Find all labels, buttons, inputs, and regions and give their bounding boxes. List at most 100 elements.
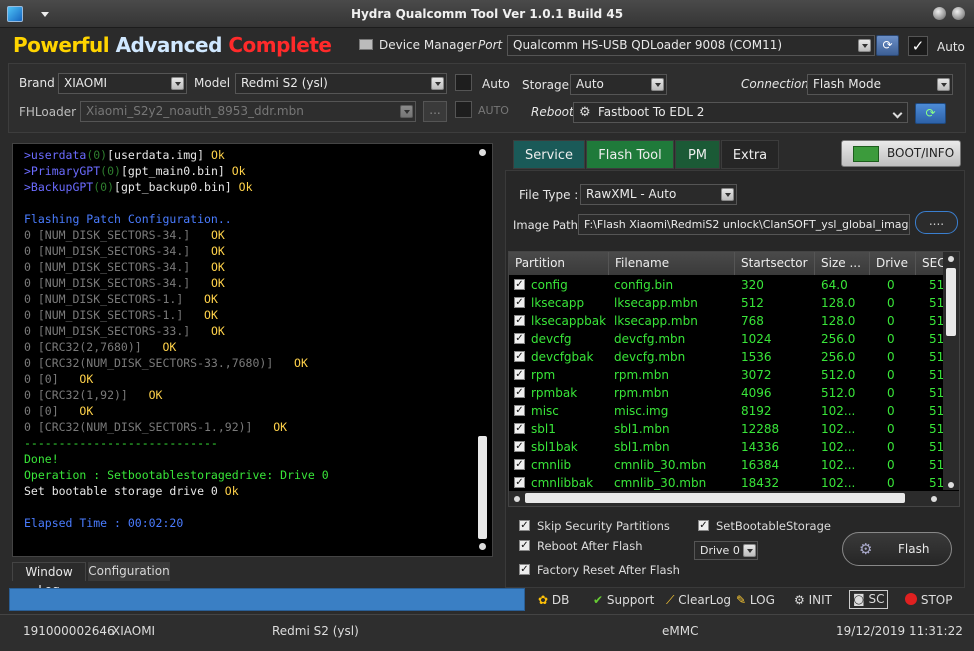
flash-button[interactable]: ⚙ Flash xyxy=(842,532,952,566)
table-row[interactable]: ✓ lksecappbak lksecapp.mbn 768 128.0 0 51 xyxy=(509,312,949,330)
image-path-input[interactable]: F:\Flash Xiaomi\RedmiS2 unlock\ClanSOFT_… xyxy=(578,214,910,235)
file-type-select[interactable]: RawXML - Auto xyxy=(580,184,737,205)
refresh-port-button[interactable]: ⟳ xyxy=(876,35,899,56)
console-line: Elapsed Time : 00:02:20 xyxy=(24,515,466,531)
console-scrollbar-thumb[interactable] xyxy=(478,436,487,539)
col-drive[interactable]: Drive xyxy=(870,252,916,275)
drive-dropdown-icon[interactable] xyxy=(743,544,756,557)
table-row[interactable]: ✓ devcfg devcfg.mbn 1024 256.0 0 51 xyxy=(509,330,949,348)
storage-dropdown-icon[interactable] xyxy=(651,78,664,91)
row-checkbox[interactable]: ✓ xyxy=(514,387,525,398)
tab-pm[interactable]: PM xyxy=(675,140,720,169)
col-filename[interactable]: Filename xyxy=(609,252,735,275)
row-checkbox[interactable]: ✓ xyxy=(514,351,525,362)
connection-dropdown-icon[interactable] xyxy=(937,78,950,91)
table-hscrollbar-thumb[interactable] xyxy=(525,493,905,503)
cell-filename: config.bin xyxy=(614,278,674,292)
sc-button[interactable]: ◙ SC xyxy=(849,590,889,609)
fhloader-dropdown-icon[interactable] xyxy=(400,105,413,118)
table-row[interactable]: ✓ rpmbak rpm.mbn 4096 512.0 0 51 xyxy=(509,384,949,402)
table-row[interactable]: ✓ sbl1 sbl1.mbn 12288 102... 0 51 xyxy=(509,420,949,438)
port-dropdown-icon[interactable] xyxy=(858,39,871,52)
skip-security-checkbox[interactable]: ✓ xyxy=(519,520,530,531)
table-row[interactable]: ✓ sbl1bak sbl1.mbn 14336 102... 0 51 xyxy=(509,438,949,456)
table-scroll-down[interactable] xyxy=(948,482,954,488)
model-dropdown-icon[interactable] xyxy=(431,77,444,90)
brand-dropdown-icon[interactable] xyxy=(171,77,184,90)
minimize-button[interactable] xyxy=(933,7,946,20)
table-vscrollbar-thumb[interactable] xyxy=(946,268,956,336)
table-row[interactable]: ✓ config config.bin 320 64.0 0 51 xyxy=(509,276,949,294)
row-checkbox[interactable]: ✓ xyxy=(514,279,525,290)
factory-reset-checkbox[interactable]: ✓ xyxy=(519,564,530,575)
row-checkbox[interactable]: ✓ xyxy=(514,333,525,344)
col-partition[interactable]: Partition xyxy=(509,252,609,275)
tab-extra[interactable]: Extra xyxy=(721,140,779,169)
reboot-after-checkbox[interactable]: ✓ xyxy=(519,540,530,551)
table-scroll-right[interactable] xyxy=(931,496,937,502)
connection-select[interactable]: Flash Mode xyxy=(807,74,953,95)
row-checkbox[interactable]: ✓ xyxy=(514,423,525,434)
model-select[interactable]: Redmi S2 (ysl) xyxy=(235,73,447,94)
table-scroll-up[interactable] xyxy=(948,256,954,262)
clearlog-button[interactable]: ⟋ ClearLog xyxy=(666,590,731,610)
row-checkbox[interactable]: ✓ xyxy=(514,297,525,308)
fhloader-auto-checkbox[interactable] xyxy=(455,101,472,118)
table-scroll-left[interactable] xyxy=(514,496,520,502)
console-scroll-up[interactable] xyxy=(479,149,486,156)
col-startsector[interactable]: Startsector xyxy=(735,252,815,275)
slogan-powerful: Powerful xyxy=(13,33,110,57)
row-checkbox[interactable]: ✓ xyxy=(514,477,525,488)
brand-select[interactable]: XIAOMI xyxy=(58,73,187,94)
log-button[interactable]: ✎ LOG xyxy=(736,590,775,610)
console-segment: >BackupGPT xyxy=(24,180,94,194)
set-bootable-checkbox[interactable]: ✓ xyxy=(698,520,709,531)
console-segment: OK xyxy=(79,404,94,418)
close-button[interactable] xyxy=(952,7,965,20)
console-scroll-down[interactable] xyxy=(479,543,486,550)
table-row[interactable]: ✓ misc misc.img 8192 102... 0 51 xyxy=(509,402,949,420)
row-checkbox[interactable]: ✓ xyxy=(514,441,525,452)
reboot-select[interactable]: Fastboot To EDL 2 xyxy=(573,102,908,123)
status-storage: eMMC xyxy=(662,624,699,638)
image-path-browse-button[interactable]: .... xyxy=(915,211,958,234)
row-checkbox[interactable]: ✓ xyxy=(514,315,525,326)
table-row[interactable]: ✓ cmnlibbak cmnlib_30.mbn 18432 102... 0 51 xyxy=(509,474,949,492)
cell-sec: 51 xyxy=(929,458,945,472)
model-auto-label: Auto xyxy=(482,77,510,91)
support-button[interactable]: ✔ Support xyxy=(593,590,654,610)
port-select[interactable]: Qualcomm HS-USB QDLoader 9008 (COM11) xyxy=(507,35,875,56)
drive-value: Drive 0 xyxy=(700,544,740,557)
console-segment: 0 [NUM_DISK_SECTORS-34.] xyxy=(24,260,211,274)
file-type-dropdown-icon[interactable] xyxy=(721,188,734,201)
cell-sec: 51 xyxy=(929,278,945,292)
col-size[interactable]: Size ... xyxy=(815,252,870,275)
cell-size: 64.0 xyxy=(821,278,848,292)
cell-size: 256.0 xyxy=(821,350,856,364)
init-button[interactable]: ⚙ INIT xyxy=(794,590,832,610)
auto-port-checkbox[interactable]: ✓ xyxy=(908,36,928,56)
db-label: DB xyxy=(551,593,570,607)
table-row[interactable]: ✓ devcfgbak devcfg.mbn 1536 256.0 0 51 xyxy=(509,348,949,366)
tab-service[interactable]: Service xyxy=(513,140,585,169)
stop-button[interactable]: STOP xyxy=(905,590,952,610)
console-line: 0 [0] OK xyxy=(24,371,466,387)
tab-flash-tool[interactable]: Flash Tool xyxy=(586,140,674,169)
device-manager-icon[interactable] xyxy=(359,39,373,50)
cell-drive: 0 xyxy=(887,314,895,328)
model-auto-checkbox[interactable] xyxy=(455,74,472,91)
boot-info-button[interactable]: BOOT/INFO xyxy=(841,140,961,167)
table-row[interactable]: ✓ cmnlib cmnlib_30.mbn 16384 102... 0 51 xyxy=(509,456,949,474)
tab-window-log[interactable]: Window Log xyxy=(12,562,86,597)
fhloader-select[interactable]: Xiaomi_S2y2_noauth_8953_ddr.mbn xyxy=(80,101,416,122)
table-row[interactable]: ✓ lksecapp lksecapp.mbn 512 128.0 0 51 xyxy=(509,294,949,312)
db-button[interactable]: ✿ DB xyxy=(538,590,569,610)
device-manager-button[interactable]: Device Manager xyxy=(379,38,476,52)
row-checkbox[interactable]: ✓ xyxy=(514,369,525,380)
tab-configuration[interactable]: Configuration xyxy=(88,562,170,581)
reboot-go-button[interactable]: ⟳ xyxy=(915,103,946,124)
row-checkbox[interactable]: ✓ xyxy=(514,405,525,416)
fhloader-browse-button[interactable]: ... xyxy=(423,101,447,122)
table-row[interactable]: ✓ rpm rpm.mbn 3072 512.0 0 51 xyxy=(509,366,949,384)
row-checkbox[interactable]: ✓ xyxy=(514,459,525,470)
